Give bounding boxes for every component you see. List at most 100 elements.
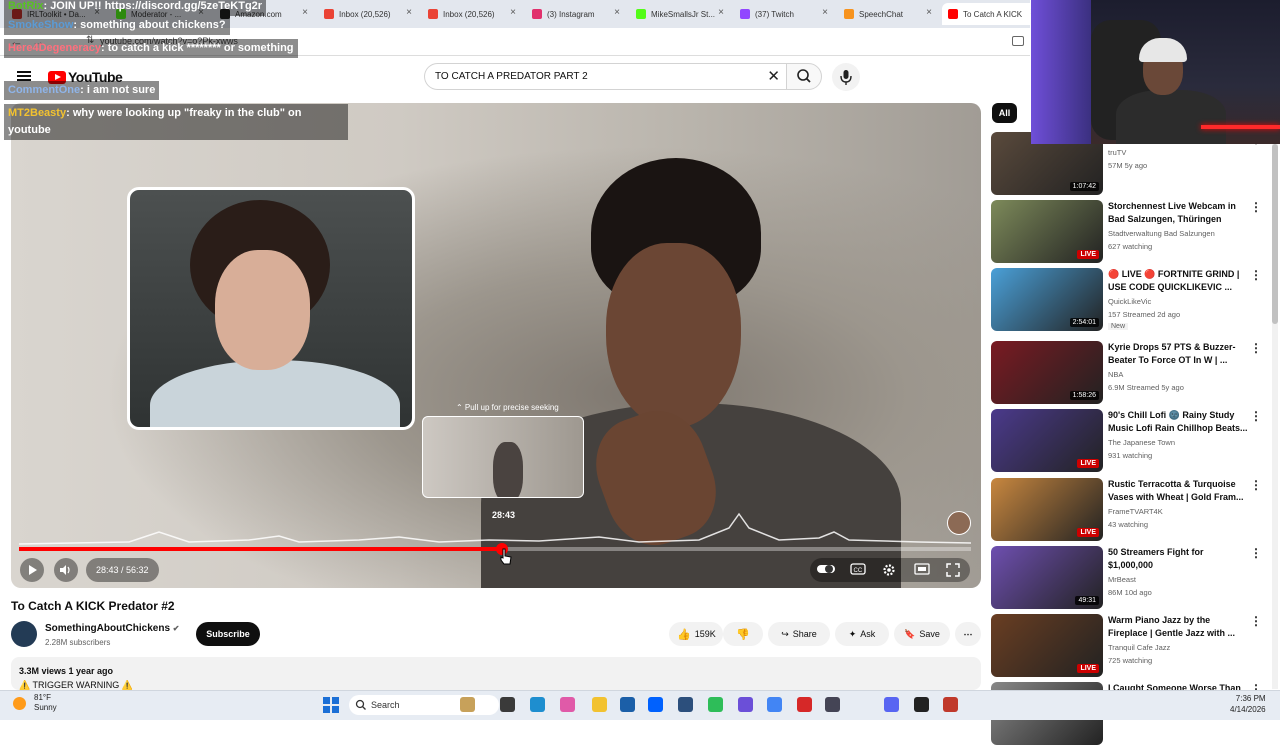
taskbar-app-icon[interactable]	[530, 697, 545, 712]
browser-tab[interactable]: Inbox (20,526) ×	[318, 3, 418, 25]
close-tab-icon[interactable]: ×	[510, 7, 516, 18]
channel-avatar[interactable]	[11, 621, 37, 647]
browser-tab[interactable]: MikeSmallsJr St... ×	[630, 3, 730, 25]
like-button[interactable]: 👍 159K	[669, 622, 723, 646]
recommendation-channel[interactable]: MrBeast	[1108, 575, 1136, 584]
close-tab-icon[interactable]: ×	[926, 7, 932, 18]
more-actions-button[interactable]: ⋯	[955, 622, 981, 646]
clear-search-icon[interactable]: ✕	[767, 67, 780, 85]
channel-name[interactable]: SomethingAboutChickens ✔	[45, 623, 180, 634]
recommendation-title[interactable]: 🔴 LIVE 🔴 FORTNITE GRIND | USE CODE QUICK…	[1108, 268, 1250, 294]
more-options-icon[interactable]: ⋮	[1250, 546, 1262, 560]
ask-button[interactable]: ✦ Ask	[835, 622, 889, 646]
recommendation-title[interactable]: 50 Streamers Fight for $1,000,000	[1108, 546, 1250, 572]
channel-name-text[interactable]: SomethingAboutChickens	[45, 623, 170, 634]
taskbar-app-icon[interactable]	[560, 697, 575, 712]
menu-icon[interactable]	[17, 71, 31, 81]
recommendation-channel[interactable]: QuickLikeVic	[1108, 297, 1151, 306]
windows-start-icon[interactable]	[323, 697, 339, 713]
autoplay-toggle-icon[interactable]	[816, 563, 836, 575]
play-button[interactable]	[20, 558, 44, 582]
weather-widget[interactable]: 81°F Sunny	[34, 693, 57, 713]
description-box[interactable]	[11, 657, 981, 690]
verified-icon: ✔	[172, 624, 180, 633]
close-tab-icon[interactable]: ×	[614, 7, 620, 18]
recommendation-title[interactable]: Warm Piano Jazz by the Fireplace | Gentl…	[1108, 614, 1250, 640]
weather-sun-icon[interactable]	[13, 697, 26, 710]
taskbar-app-icon[interactable]	[797, 697, 812, 712]
recommendation-item[interactable]: LIVE 90's Chill Lofi 🌚 Rainy Study Music …	[991, 409, 1271, 472]
recommendation-item[interactable]: 49:31 50 Streamers Fight for $1,000,000 Mr…	[991, 546, 1271, 609]
recommendation-title[interactable]: Storchennest Live Webcam in Bad Salzunge…	[1108, 200, 1250, 226]
more-options-icon[interactable]: ⋮	[1250, 200, 1262, 214]
channel-watermark-avatar[interactable]	[947, 511, 971, 535]
video-thumbnail[interactable]: LIVE	[991, 478, 1103, 541]
mute-button[interactable]	[54, 558, 78, 582]
recommendation-channel[interactable]: FrameTVART4K	[1108, 507, 1163, 516]
taskbar-search[interactable]: Search	[349, 695, 499, 715]
video-thumbnail[interactable]: LIVE	[991, 409, 1103, 472]
recommendation-channel[interactable]: truTV	[1108, 148, 1126, 157]
share-button[interactable]: ↪ Share	[768, 622, 830, 646]
taskbar-app-icon[interactable]	[825, 697, 840, 712]
more-options-icon[interactable]: ⋮	[1250, 341, 1262, 355]
system-clock[interactable]: 7:36 PM 4/14/2026	[1230, 693, 1266, 715]
fullscreen-icon[interactable]	[946, 563, 960, 577]
close-tab-icon[interactable]: ×	[822, 7, 828, 18]
video-thumbnail[interactable]: 2:54:01	[991, 268, 1103, 331]
browser-tab[interactable]: To Catch A KICK×	[942, 3, 1042, 25]
taskbar-app-icon[interactable]	[648, 697, 663, 712]
taskbar-app-icon[interactable]	[884, 697, 899, 712]
recommendation-channel[interactable]: Stadtverwaltung Bad Salzungen	[1108, 229, 1215, 238]
voice-search-button[interactable]	[832, 63, 860, 91]
cast-icon[interactable]	[1012, 36, 1024, 46]
close-tab-icon[interactable]: ×	[406, 7, 412, 18]
taskbar-app-icon[interactable]	[708, 697, 723, 712]
chip-all[interactable]: All	[992, 103, 1017, 123]
recommendation-item[interactable]: LIVE Storchennest Live Webcam in Bad Salz…	[991, 200, 1271, 263]
video-thumbnail[interactable]: 49:31	[991, 546, 1103, 609]
browser-tab[interactable]: SpeechChat ×	[838, 3, 938, 25]
recommendation-channel[interactable]: NBA	[1108, 370, 1123, 379]
close-tab-icon[interactable]: ×	[718, 7, 724, 18]
taskbar-app-icon[interactable]	[620, 697, 635, 712]
more-options-icon[interactable]: ⋮	[1250, 478, 1262, 492]
recommendation-title[interactable]: Kyrie Drops 57 PTS & Buzzer-Beater To Fo…	[1108, 341, 1250, 367]
taskbar-app-icon[interactable]	[914, 697, 929, 712]
taskbar-app-icon[interactable]	[767, 697, 782, 712]
taskbar-app-icon[interactable]	[592, 697, 607, 712]
browser-tab[interactable]: (3) Instagram ×	[526, 3, 626, 25]
taskbar-app-icon[interactable]	[738, 697, 753, 712]
browser-tab[interactable]: (37) Twitch ×	[734, 3, 834, 25]
theater-mode-icon[interactable]	[914, 563, 930, 575]
taskbar-app-icon[interactable]	[460, 697, 475, 712]
recommendation-item[interactable]: LIVE Rustic Terracotta & Turquoise Vases …	[991, 478, 1271, 541]
more-options-icon[interactable]: ⋮	[1250, 409, 1262, 423]
close-tab-icon[interactable]: ×	[302, 7, 308, 18]
recommendation-item[interactable]: 1:58:26 Kyrie Drops 57 PTS & Buzzer-Beate…	[991, 341, 1271, 404]
settings-gear-icon[interactable]	[882, 563, 896, 577]
taskbar-app-icon[interactable]	[500, 697, 515, 712]
recommendation-channel[interactable]: The Japanese Town	[1108, 438, 1175, 447]
more-options-icon[interactable]: ⋮	[1250, 268, 1262, 282]
search-box[interactable]: TO CATCH A PREDATOR PART 2 ✕	[424, 63, 786, 90]
taskbar-app-icon[interactable]	[678, 697, 693, 712]
more-options-icon[interactable]: ⋮	[1250, 614, 1262, 628]
recommendation-title[interactable]: 90's Chill Lofi 🌚 Rainy Study Music Lofi…	[1108, 409, 1250, 435]
search-input[interactable]: TO CATCH A PREDATOR PART 2	[435, 71, 588, 82]
recommendation-channel[interactable]: Tranquil Cafe Jazz	[1108, 643, 1170, 652]
browser-tab[interactable]: Inbox (20,526) ×	[422, 3, 522, 25]
subscribe-button[interactable]: Subscribe	[196, 622, 260, 646]
recommendation-item[interactable]: 2:54:01 🔴 LIVE 🔴 FORTNITE GRIND | USE COD…	[991, 268, 1271, 331]
search-button[interactable]	[786, 63, 822, 90]
recommendation-title[interactable]: Rustic Terracotta & Turquoise Vases with…	[1108, 478, 1250, 504]
captions-icon[interactable]: CC	[850, 563, 866, 575]
taskbar-app-icon[interactable]	[943, 697, 958, 712]
video-thumbnail[interactable]: 1:58:26	[991, 341, 1103, 404]
recommendation-item[interactable]: LIVE Warm Piano Jazz by the Fireplace | G…	[991, 614, 1271, 677]
video-thumbnail[interactable]: LIVE	[991, 614, 1103, 677]
sidebar-scroll-thumb[interactable]	[1272, 144, 1278, 324]
video-thumbnail[interactable]: LIVE	[991, 200, 1103, 263]
dislike-button[interactable]: 👎	[723, 622, 763, 646]
save-button[interactable]: 🔖 Save	[894, 622, 950, 646]
